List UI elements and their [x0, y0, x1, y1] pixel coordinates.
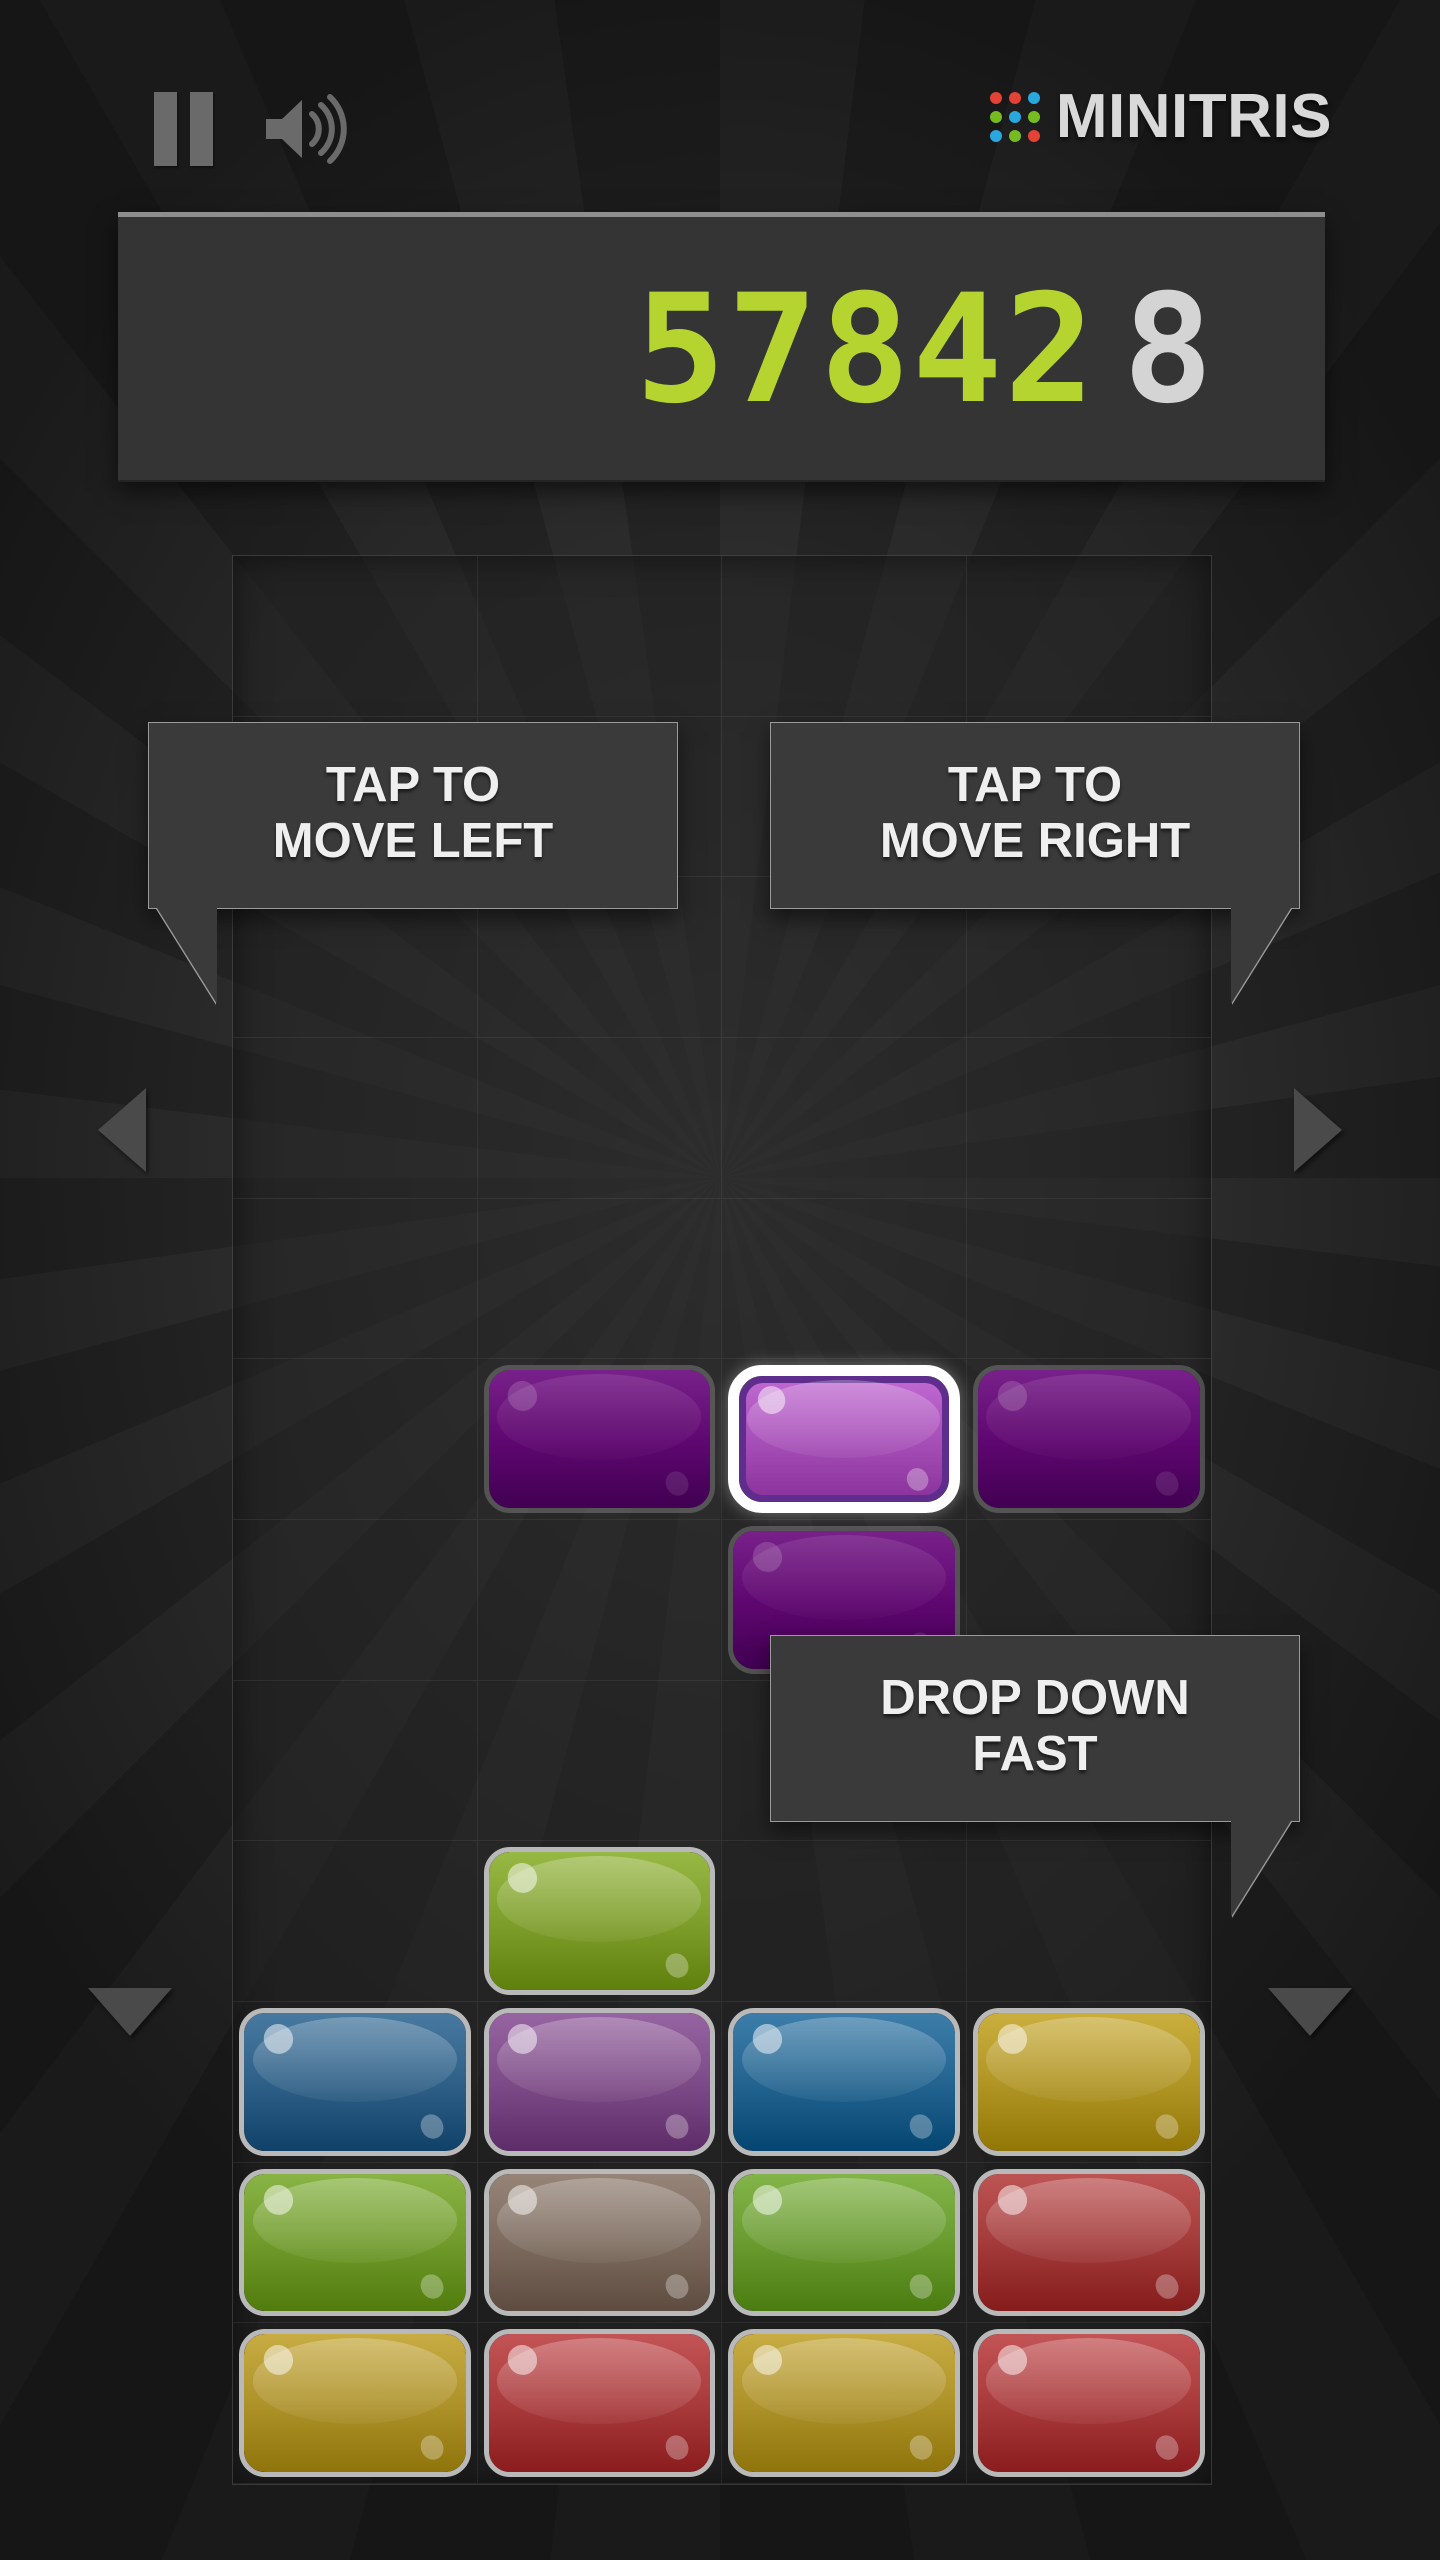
- game-screen: MINITRIS 57842 8 TAP TO MOVE LEFT TAP TO M…: [0, 0, 1440, 2560]
- active-piece-block: [972, 1365, 1205, 1513]
- score-display: 57842 8: [635, 275, 1215, 425]
- tooltip-move-left-text: TAP TO MOVE LEFT: [272, 758, 554, 869]
- logo-dot-0: [989, 92, 1002, 104]
- grid-cell-r0-c0: [233, 556, 478, 717]
- grid-cell-r5-c1: [477, 1359, 722, 1520]
- move-right-arrow-icon[interactable]: [1294, 1088, 1342, 1172]
- brand-name: MINITRIS: [1055, 82, 1332, 151]
- tooltip-move-left: TAP TO MOVE LEFT: [148, 722, 678, 1004]
- settled-block: [239, 2168, 471, 2317]
- grid-cell-r11-c0: [233, 2323, 478, 2484]
- logo-dot-6: [989, 130, 1002, 142]
- grid-cell-r4-c3: [966, 1199, 1211, 1360]
- grid-cell-r11-c3: [966, 2323, 1211, 2484]
- grid-cell-r0-c2: [722, 556, 967, 717]
- settled-block: [483, 2329, 715, 2477]
- grid-cell-r3-c1: [477, 1038, 722, 1199]
- grid-cell-r10-c3: [966, 2163, 1211, 2324]
- settled-block: [972, 2329, 1205, 2477]
- score-value: 57842: [635, 262, 1097, 437]
- logo-dot-2: [1027, 92, 1040, 104]
- grid-cell-r10-c0: [233, 2162, 478, 2324]
- tooltip-move-right: TAP TO MOVE RIGHT: [770, 722, 1300, 1004]
- tooltip-drop-fast: DROP DOWN FAST: [770, 1635, 1300, 1917]
- active-block-highlighted: [728, 1365, 960, 1513]
- active-piece-block: [483, 1365, 715, 1513]
- pause-button[interactable]: [148, 92, 220, 166]
- grid-cell-r0-c1: [477, 556, 722, 717]
- pause-icon-bar-2: [190, 92, 213, 166]
- grid-cell-r5-c2: [722, 1359, 967, 1520]
- settled-block: [483, 1847, 715, 1995]
- grid-cell-r8-c1: [477, 1841, 722, 2002]
- logo-dot-4: [1008, 111, 1021, 123]
- grid-cell-r9-c0: [233, 2002, 478, 2163]
- grid-cell-r3-c3: [966, 1038, 1211, 1199]
- settled-block: [239, 2008, 471, 2156]
- settled-block: [239, 2329, 471, 2477]
- logo-dot-7: [1008, 130, 1021, 142]
- grid-cell-r4-c0: [233, 1198, 478, 1360]
- drop-fast-right-arrow-icon[interactable]: [1268, 1988, 1352, 2036]
- pause-icon: [154, 92, 177, 166]
- tooltip-tail: [1231, 907, 1291, 1004]
- logo-dot-5: [1027, 111, 1040, 123]
- logo-dot-1: [1008, 92, 1021, 104]
- settled-block: [972, 2008, 1205, 2156]
- speaker-icon: [266, 94, 347, 164]
- grid-cell-r6-c0: [233, 1520, 478, 1681]
- grid-cell-r0-c3: [966, 556, 1211, 717]
- grid-cell-r11-c1: [477, 2323, 722, 2484]
- grid-cell-r5-c3: [966, 1359, 1211, 1520]
- settled-block: [972, 2168, 1205, 2317]
- grid-cell-r9-c3: [966, 2002, 1211, 2163]
- score-trailing-digit: 8: [1122, 262, 1215, 437]
- tooltip-move-right-text: TAP TO MOVE RIGHT: [879, 758, 1191, 869]
- settled-block: [728, 2329, 960, 2477]
- grid-cell-r4-c2: [722, 1198, 967, 1360]
- brand-logo: MINITRIS: [989, 82, 1332, 151]
- tooltip-drop-fast-text: DROP DOWN FAST: [880, 1671, 1190, 1782]
- move-left-arrow-icon[interactable]: [98, 1088, 146, 1172]
- grid-cell-r7-c0: [233, 1680, 478, 1842]
- settled-block: [483, 2008, 715, 2156]
- grid-cell-r7-c1: [477, 1680, 722, 1842]
- grid-cell-r8-c3: [966, 1841, 1211, 2002]
- logo-dot-8: [1027, 130, 1040, 142]
- grid-cell-r8-c2: [722, 1841, 967, 2002]
- settled-block: [728, 2008, 960, 2156]
- grid-cell-r10-c1: [477, 2162, 722, 2324]
- grid-cell-r9-c2: [722, 2002, 967, 2163]
- grid-cell-r10-c2: [722, 2162, 967, 2324]
- grid-cell-r4-c1: [477, 1198, 722, 1360]
- grid-cell-r11-c2: [722, 2323, 967, 2484]
- drop-fast-left-arrow-icon[interactable]: [88, 1988, 172, 2036]
- grid-cell-r8-c0: [233, 1841, 478, 2002]
- grid-cell-r9-c1: [477, 2002, 722, 2163]
- tooltip-tail: [157, 907, 217, 1004]
- tooltip-tail: [1231, 1820, 1291, 1917]
- settled-block: [728, 2168, 960, 2317]
- score-panel: 57842 8: [118, 212, 1325, 482]
- grid-cell-r3-c2: [722, 1038, 967, 1199]
- grid-cell-r6-c1: [477, 1520, 722, 1681]
- grid-cell-r3-c0: [233, 1038, 478, 1199]
- settled-block: [483, 2168, 715, 2317]
- sound-button[interactable]: [262, 92, 354, 166]
- grid-cell-r5-c0: [233, 1359, 478, 1520]
- top-bar: MINITRIS: [0, 0, 1440, 200]
- logo-dot-grid-icon: [989, 92, 1040, 142]
- logo-dot-3: [989, 111, 1002, 123]
